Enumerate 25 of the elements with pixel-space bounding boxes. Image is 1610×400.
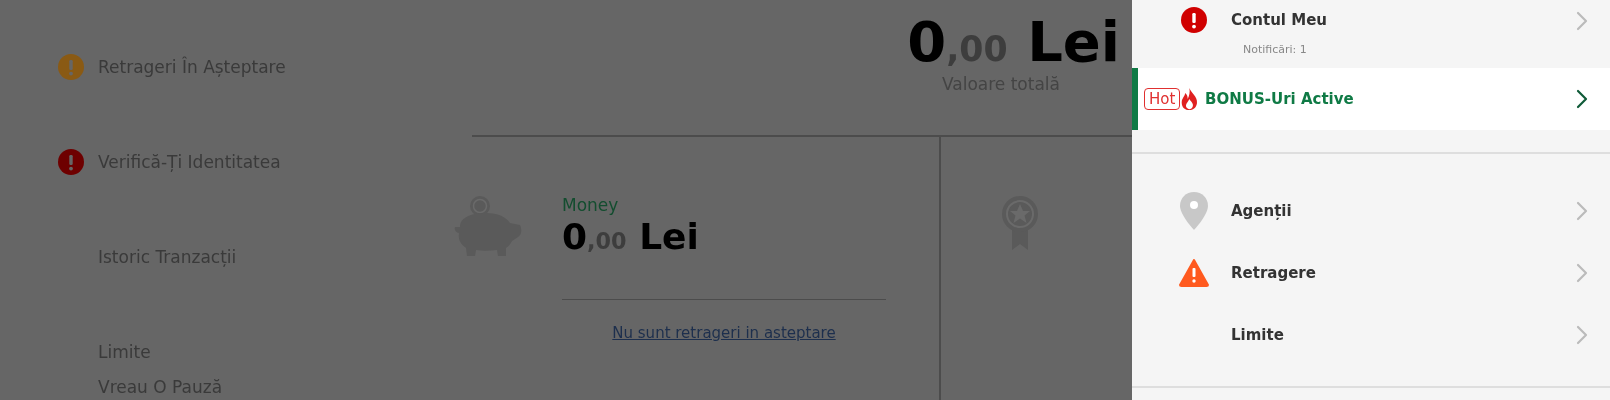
menu-item-label: BONUS-Uri Active: [1205, 90, 1355, 108]
notification-count: Notificări: 1: [1243, 43, 1308, 56]
chevron-right-icon: [1576, 89, 1588, 109]
menu-item-label: Retragere: [1231, 264, 1317, 282]
chevron-right-icon: [1576, 263, 1588, 283]
menu-item[interactable]: Limite: [1132, 304, 1610, 366]
exclamation-icon: [58, 54, 84, 80]
chevron-right-icon: [1576, 11, 1588, 31]
menu-item-label: Agenții: [1231, 202, 1293, 220]
wallet-title: Money: [562, 195, 620, 215]
menu-item[interactable]: Retragere: [1132, 242, 1610, 304]
withdrawals-link[interactable]: Nu sunt retrageri in asteptare: [612, 324, 836, 342]
menu-item-label: Contul Meu: [1231, 11, 1328, 29]
chevron-right-icon: [1576, 325, 1588, 345]
menu-item[interactable]: Hot BONUS-Uri Active: [1132, 68, 1610, 130]
location-pin-icon: [1178, 191, 1209, 231]
exclamation-icon: [58, 149, 84, 175]
hot-badge: Hot: [1144, 88, 1181, 110]
menu-item-label: Limite: [1231, 326, 1285, 344]
menu-item[interactable]: Contul Meu Notificări: 1: [1132, 0, 1610, 68]
chevron-right-icon: [1576, 201, 1588, 221]
warning-icon: [1178, 259, 1209, 287]
exclamation-icon: [1180, 7, 1207, 33]
flame-icon: [1180, 85, 1199, 113]
menu-item[interactable]: Agenții: [1132, 180, 1610, 242]
